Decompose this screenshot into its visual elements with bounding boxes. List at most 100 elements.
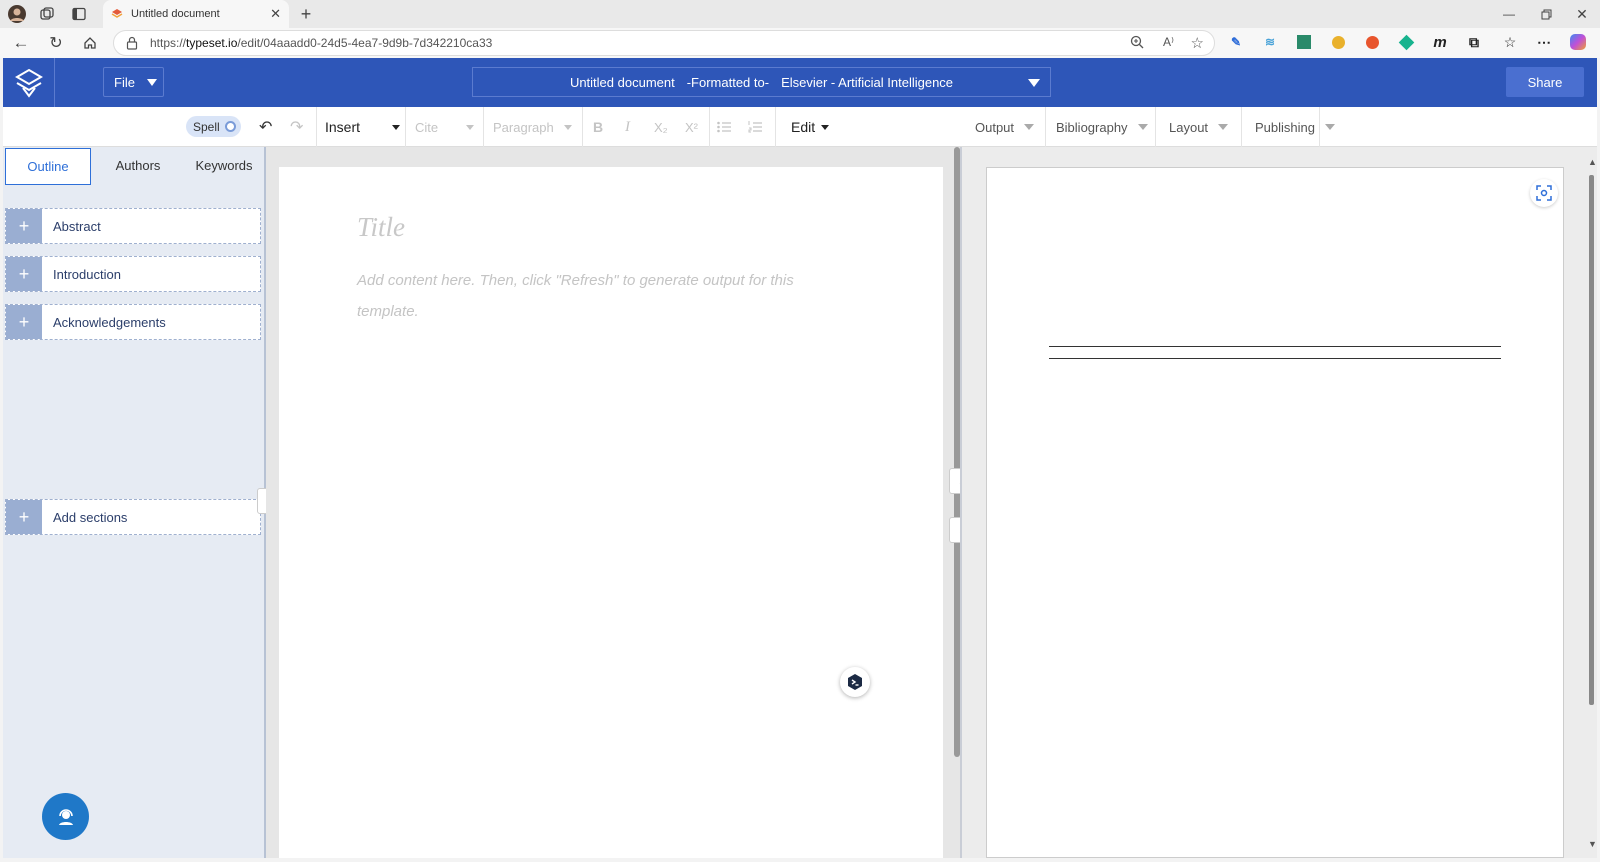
output-dropdown[interactable]: Output <box>975 107 1035 147</box>
publishing-dropdown[interactable]: Publishing <box>1255 107 1335 147</box>
read-aloud-icon[interactable]: A⁾ <box>1163 35 1174 49</box>
content-placeholder[interactable]: Add content here. Then, click "Refresh" … <box>357 265 857 327</box>
minimize-icon[interactable]: — <box>1498 3 1520 25</box>
section-acknowledgements[interactable]: + Acknowledgements <box>5 304 261 340</box>
paragraph-dropdown[interactable]: Paragraph <box>493 107 572 147</box>
cite-label: Cite <box>415 119 439 135</box>
extensions-puzzle-icon[interactable]: ⧉ <box>1464 32 1484 52</box>
vertical-tabs-icon[interactable] <box>68 3 90 25</box>
file-menu-button[interactable]: File <box>103 67 164 97</box>
browser-tab-bar: Untitled document ✕ + — ✕ <box>0 0 1600 28</box>
close-window-icon[interactable]: ✕ <box>1571 3 1593 25</box>
bold-button[interactable]: B <box>593 107 603 147</box>
divider <box>483 107 484 147</box>
paragraph-label: Paragraph <box>493 119 554 135</box>
fullscreen-preview-button[interactable] <box>1530 179 1558 207</box>
edit-dropdown[interactable]: Edit <box>791 107 830 147</box>
refresh-icon[interactable]: ↻ <box>45 32 67 54</box>
plus-icon[interactable]: + <box>6 500 42 534</box>
add-sections-button[interactable]: + Add sections <box>5 499 261 535</box>
restore-icon[interactable] <box>1535 3 1557 25</box>
undo-button[interactable]: ↶ <box>259 107 272 147</box>
extension-diamond-icon[interactable] <box>1396 32 1416 52</box>
template-selector[interactable]: Untitled document -Formatted to- Elsevie… <box>472 67 1051 97</box>
preview-scrollbar[interactable] <box>1589 175 1594 705</box>
extension-red-icon[interactable] <box>1362 32 1382 52</box>
numbered-list-icon[interactable] <box>748 107 762 147</box>
chevron-down-icon <box>1024 124 1035 130</box>
cite-dropdown[interactable]: Cite <box>415 107 475 147</box>
browser-tab-active[interactable]: Untitled document ✕ <box>103 0 289 28</box>
chevron-down-icon <box>466 124 475 130</box>
preview-toolbar: Output Bibliography Layout Publishing <box>960 107 1597 147</box>
layout-label: Layout <box>1169 119 1209 135</box>
ai-assistant-button[interactable] <box>840 667 870 697</box>
chevron-down-icon <box>392 124 401 130</box>
superscript-button[interactable]: X² <box>685 107 698 147</box>
url-host: typeset.io <box>186 36 238 50</box>
scroll-down-icon[interactable]: ▼ <box>1588 839 1597 849</box>
url-input[interactable]: https://typeset.io/edit/04aaadd0-24d5-4e… <box>113 30 1215 56</box>
copilot-icon[interactable] <box>1568 32 1588 52</box>
tab-outline[interactable]: Outline <box>5 148 91 185</box>
insert-dropdown[interactable]: Insert <box>325 107 401 147</box>
close-tab-icon[interactable]: ✕ <box>270 6 281 22</box>
favorite-star-icon[interactable]: ☆ <box>1191 34 1204 52</box>
section-label: Acknowledgements <box>53 314 166 330</box>
spell-toggle[interactable]: Spell <box>186 116 241 137</box>
header-rule <box>1049 358 1501 359</box>
plus-icon[interactable]: + <box>6 305 42 339</box>
workspaces-icon[interactable] <box>36 3 58 25</box>
tab-authors[interactable]: Authors <box>95 147 181 184</box>
chevron-down-icon <box>1028 79 1040 87</box>
title-placeholder[interactable]: Title <box>357 212 405 243</box>
bibliography-dropdown[interactable]: Bibliography <box>1056 107 1148 147</box>
editor-page[interactable]: Title Add content here. Then, click "Ref… <box>279 167 943 858</box>
editor-toolbar: Spell ↶ ↷ Insert Cite Paragraph B I X₂ X… <box>3 107 960 147</box>
extension-grid-icon[interactable] <box>1294 32 1314 52</box>
toggle-knob-icon <box>225 121 236 132</box>
new-tab-icon[interactable]: + <box>295 3 317 25</box>
url-path: /edit/04aaadd0-24d5-4ea7-9d9b-7d342210ca… <box>237 36 493 50</box>
divider <box>1241 107 1242 147</box>
plus-icon[interactable]: + <box>6 257 42 291</box>
browser-address-bar: ← ↻ https://typeset.io/edit/04aaadd0-24d… <box>0 28 1600 58</box>
publishing-label: Publishing <box>1255 119 1315 135</box>
back-icon[interactable]: ← <box>10 32 32 54</box>
favorites-icon[interactable]: ☆ <box>1500 32 1520 52</box>
home-icon[interactable] <box>79 32 101 54</box>
extension-coin-icon[interactable] <box>1328 32 1348 52</box>
redo-button[interactable]: ↷ <box>290 107 303 147</box>
bibliography-label: Bibliography <box>1056 119 1128 135</box>
section-introduction[interactable]: + Introduction <box>5 256 261 292</box>
share-button[interactable]: Share <box>1506 67 1584 97</box>
scroll-up-icon[interactable]: ▲ <box>1588 157 1597 167</box>
url-prefix: https:// <box>150 36 187 50</box>
typeset-logo-icon[interactable] <box>3 58 55 107</box>
chevron-down-icon <box>1218 124 1229 130</box>
divider <box>1045 107 1046 147</box>
extension-stack-icon[interactable]: ≋ <box>1260 32 1280 52</box>
subscript-button[interactable]: X₂ <box>654 107 668 147</box>
section-abstract[interactable]: + Abstract <box>5 208 261 244</box>
typeset-favicon-icon <box>111 9 123 18</box>
more-menu-icon[interactable]: ⋯ <box>1534 32 1554 52</box>
header-rule <box>1049 346 1501 347</box>
tab-keywords[interactable]: Keywords <box>181 147 267 184</box>
formatted-to-label: -Formatted to- <box>686 74 770 90</box>
file-menu-label: File <box>114 74 135 90</box>
bullet-list-icon[interactable] <box>717 107 731 147</box>
support-chat-button[interactable] <box>42 793 89 840</box>
profile-avatar-icon[interactable] <box>6 3 28 25</box>
output-label: Output <box>975 119 1015 135</box>
plus-icon[interactable]: + <box>6 209 42 243</box>
italic-button[interactable]: I <box>625 107 630 147</box>
zoom-icon[interactable] <box>1130 35 1144 52</box>
extension-m-icon[interactable]: m <box>1430 32 1450 52</box>
chevron-down-icon <box>146 78 157 86</box>
extension-pen-icon[interactable]: ✎ <box>1226 32 1246 52</box>
preview-page <box>986 167 1564 858</box>
spell-label: Spell <box>193 119 220 134</box>
layout-dropdown[interactable]: Layout <box>1169 107 1229 147</box>
tab-title: Untitled document <box>131 8 220 20</box>
